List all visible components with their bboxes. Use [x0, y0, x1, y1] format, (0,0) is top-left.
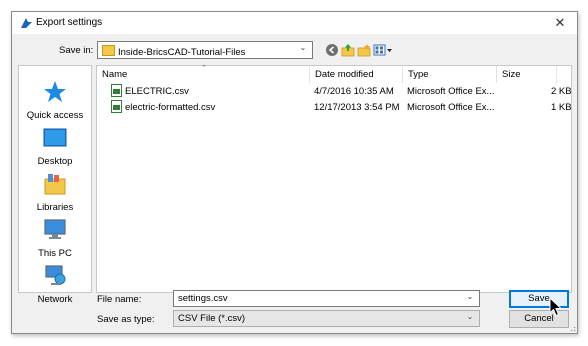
view-menu-icon[interactable]	[373, 43, 393, 57]
file-row[interactable]: ELECTRIC.csv 4/7/2016 10:35 AM Microsoft…	[111, 84, 572, 99]
title-bar: Export settings ✕	[12, 12, 577, 34]
export-settings-dialog: Export settings ✕ Save in: Inside-BricsC…	[11, 11, 578, 334]
save-in-dropdown[interactable]: Inside-BricsCAD-Tutorial-Files ⌄	[97, 41, 313, 59]
file-list[interactable]: Name ⌃ Date modified Type Size ELECTRIC.…	[96, 65, 572, 293]
network-icon	[45, 265, 66, 285]
close-icon: ✕	[554, 15, 566, 30]
place-network[interactable]: Network	[19, 264, 91, 305]
close-button[interactable]: ✕	[549, 14, 571, 32]
file-name: electric-formatted.csv	[125, 102, 216, 113]
file-date: 12/17/2013 3:54 PM	[314, 102, 400, 113]
file-name: ELECTRIC.csv	[125, 86, 189, 97]
file-type: Microsoft Office Ex...	[407, 102, 495, 113]
dialog-toolbar	[325, 41, 393, 59]
mouse-pointer-icon	[549, 297, 563, 317]
save-as-type-label: Save as type:	[97, 314, 155, 325]
places-bar: Quick access Desktop Libraries This PC N…	[18, 65, 92, 305]
chevron-down-icon[interactable]: ⌄	[464, 292, 476, 301]
file-size: 2 KB	[551, 86, 572, 97]
place-this-pc[interactable]: This PC	[19, 218, 91, 259]
column-header-name[interactable]: Name ⌃	[97, 65, 310, 83]
chevron-down-icon: ⌄	[466, 312, 474, 321]
file-name-label: File name:	[97, 294, 142, 305]
folder-icon	[102, 45, 115, 56]
place-label: Quick access	[26, 110, 84, 121]
bricscad-app-icon	[21, 18, 32, 28]
place-libraries[interactable]: Libraries	[19, 172, 91, 213]
column-header-size[interactable]: Size	[497, 66, 557, 83]
file-date: 4/7/2016 10:35 AM	[314, 86, 394, 97]
place-label: Libraries	[36, 202, 74, 213]
desktop-icon	[43, 128, 67, 147]
computer-icon	[44, 219, 66, 239]
star-icon	[44, 81, 66, 102]
save-as-type-dropdown[interactable]: CSV File (*.csv) ⌄	[173, 310, 480, 327]
file-name-value: settings.csv	[178, 293, 228, 304]
column-header-type[interactable]: Type	[403, 66, 497, 83]
file-size: 1 KB	[551, 102, 572, 113]
new-folder-icon[interactable]	[357, 43, 371, 57]
place-label: This PC	[38, 248, 72, 259]
save-in-value: Inside-BricsCAD-Tutorial-Files	[118, 47, 246, 58]
save-as-type-value: CSV File (*.csv)	[178, 313, 246, 324]
sort-ascending-icon: ⌃	[201, 65, 207, 72]
save-in-label: Save in:	[59, 45, 94, 56]
csv-file-icon	[111, 100, 122, 113]
place-label: Desktop	[37, 156, 73, 167]
place-quick-access[interactable]: Quick access	[19, 80, 91, 121]
up-folder-icon[interactable]	[341, 43, 355, 57]
back-icon[interactable]	[325, 43, 339, 57]
column-header-date[interactable]: Date modified	[310, 66, 403, 83]
place-desktop[interactable]: Desktop	[19, 126, 91, 167]
file-name-input[interactable]: settings.csv ⌄	[173, 290, 480, 307]
file-type: Microsoft Office Ex...	[407, 86, 495, 97]
place-label: Network	[37, 294, 73, 305]
window-title: Export settings	[36, 17, 103, 28]
csv-file-icon	[111, 84, 122, 97]
chevron-down-icon: ⌄	[299, 43, 307, 52]
file-row[interactable]: electric-formatted.csv 12/17/2013 3:54 P…	[111, 100, 572, 115]
libraries-icon	[44, 174, 66, 195]
resize-grip-icon[interactable]	[568, 324, 576, 332]
